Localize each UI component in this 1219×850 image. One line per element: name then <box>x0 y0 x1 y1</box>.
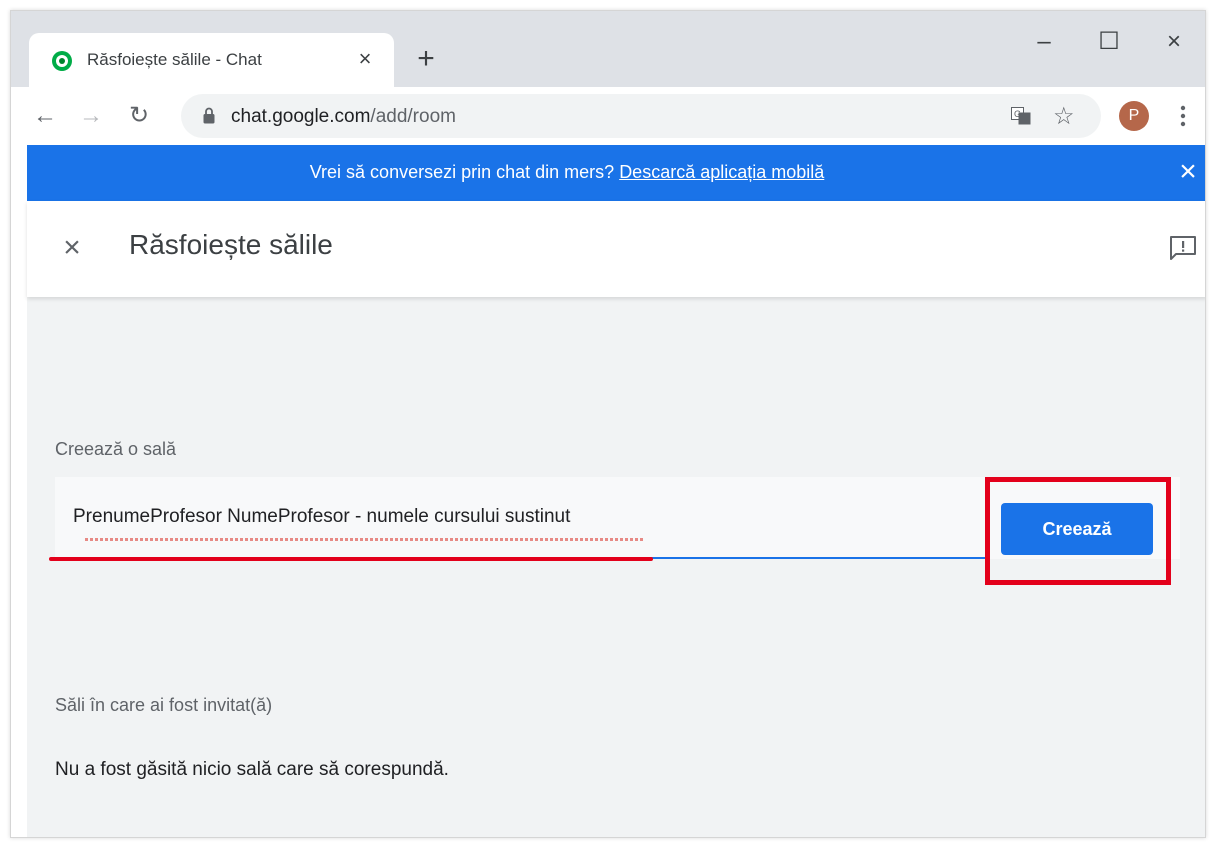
banner-close-icon[interactable]: × <box>1172 156 1204 188</box>
room-name-input[interactable] <box>55 477 985 559</box>
forward-arrow-icon[interactable]: → <box>75 100 107 132</box>
translate-icon[interactable]: G <box>1011 106 1031 126</box>
create-room-label: Creează o sală <box>55 439 177 459</box>
annotation-highlight-box <box>985 477 1171 585</box>
window-close-button[interactable]: × <box>1154 27 1194 57</box>
no-rooms-message: Nu a fost găsită nicio sală care să core… <box>55 759 449 780</box>
browser-window: Răsfoiește sălile - Chat × + – ☐ × ← → ↻… <box>10 10 1206 838</box>
spellcheck-underline <box>85 538 645 541</box>
reload-icon[interactable]: ↻ <box>123 100 155 132</box>
annotation-underline <box>49 557 653 561</box>
title-bar: Răsfoiește sălile - Chat × + – ☐ × <box>11 11 1205 87</box>
svg-text:G: G <box>1014 109 1021 119</box>
page-header: × Răsfoiește sălile <box>27 201 1205 297</box>
avatar[interactable]: P <box>1119 101 1149 131</box>
new-tab-button[interactable]: + <box>411 44 441 75</box>
google-chat-icon <box>52 51 72 71</box>
browser-toolbar: ← → ↻ chat.google.com/add/room G ☆ P <box>11 87 1205 145</box>
back-arrow-icon[interactable]: ← <box>29 100 61 132</box>
close-icon[interactable]: × <box>55 231 89 265</box>
browse-rooms-content: Creează o sală Creează Săli în care ai f… <box>27 297 1205 837</box>
url-text: chat.google.com/add/room <box>231 106 456 128</box>
page-title: Răsfoiește sălile <box>129 229 333 260</box>
invited-rooms-label: Săli în care ai fost invitat(ă) <box>55 695 273 715</box>
tab-close-icon[interactable]: × <box>351 45 379 73</box>
minimize-button[interactable]: – <box>1024 27 1064 57</box>
lock-icon <box>203 107 215 124</box>
banner-message: Vrei să conversezi prin chat din mers? D… <box>27 162 1107 183</box>
url-host: chat.google.com <box>231 106 371 127</box>
maximize-button[interactable]: ☐ <box>1089 27 1129 57</box>
banner-text: Vrei să conversezi prin chat din mers? <box>309 162 615 182</box>
browser-tab[interactable]: Răsfoiește sălile - Chat × <box>29 33 394 87</box>
address-bar[interactable]: chat.google.com/add/room G ☆ <box>181 94 1101 138</box>
tab-title: Răsfoiește sălile - Chat <box>87 50 262 69</box>
url-path: /add/room <box>370 106 456 127</box>
more-vert-icon[interactable] <box>1173 101 1193 131</box>
mobile-app-banner: Vrei să conversezi prin chat din mers? D… <box>27 145 1205 201</box>
star-icon[interactable]: ☆ <box>1053 102 1075 131</box>
download-app-link[interactable]: Descarcă aplicația mobilă <box>619 162 824 182</box>
feedback-icon[interactable] <box>1169 235 1197 261</box>
